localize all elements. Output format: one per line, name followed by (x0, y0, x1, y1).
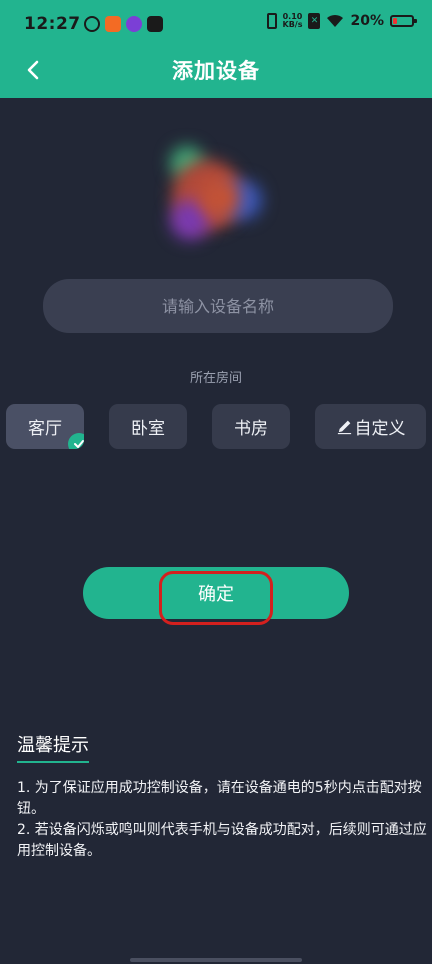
pencil-icon (337, 420, 351, 435)
app-notification-icon (147, 16, 163, 32)
room-option-label: 客厅 (28, 419, 62, 439)
tip-item: 1. 为了保证应用成功控制设备，请在设备通电的5秒内点击配对按钮。 (17, 780, 422, 817)
highlight-annotation (159, 571, 273, 625)
check-icon (68, 433, 84, 449)
room-option-living-room[interactable]: 客厅 (6, 404, 84, 449)
room-option-custom[interactable]: 自定义 (315, 404, 426, 449)
room-option-bedroom[interactable]: 卧室 (109, 404, 187, 449)
app-notification-icon (105, 16, 121, 32)
app-notification-icon (126, 16, 142, 32)
tip-item: 2. 若设备闪烁或鸣叫则代表手机与设备成功配对，后续则可通过应用控制设备。 (17, 822, 427, 859)
sim-icon: ✕ (308, 13, 321, 29)
network-speed: 0.10 KB/s (283, 13, 303, 29)
battery-percent: 20% (350, 13, 384, 29)
room-option-label: 自定义 (354, 419, 406, 439)
app-notification-icon (84, 16, 100, 32)
battery-icon (390, 15, 417, 27)
status-bar: 12:27 0.10 KB/s ✕ 20% (0, 0, 432, 50)
device-image (160, 138, 272, 250)
tips-body: 1. 为了保证应用成功控制设备，请在设备通电的5秒内点击配对按钮。 2. 若设备… (17, 778, 427, 862)
room-option-study[interactable]: 书房 (212, 404, 290, 449)
status-time: 12:27 (24, 14, 81, 34)
home-indicator[interactable] (130, 958, 302, 962)
page-title: 添加设备 (172, 59, 260, 83)
room-label: 所在房间 (189, 371, 242, 386)
notification-icons (84, 16, 163, 32)
device-name-input[interactable] (43, 279, 393, 333)
room-option-label: 书房 (234, 419, 268, 439)
tips-title: 温馨提示 (17, 731, 89, 763)
system-status-icons: 0.10 KB/s ✕ 20% (266, 13, 417, 29)
network-speed-unit: KB/s (282, 20, 303, 29)
room-option-label: 卧室 (131, 419, 165, 439)
wifi-icon (327, 14, 344, 27)
vibrate-icon (266, 13, 277, 29)
